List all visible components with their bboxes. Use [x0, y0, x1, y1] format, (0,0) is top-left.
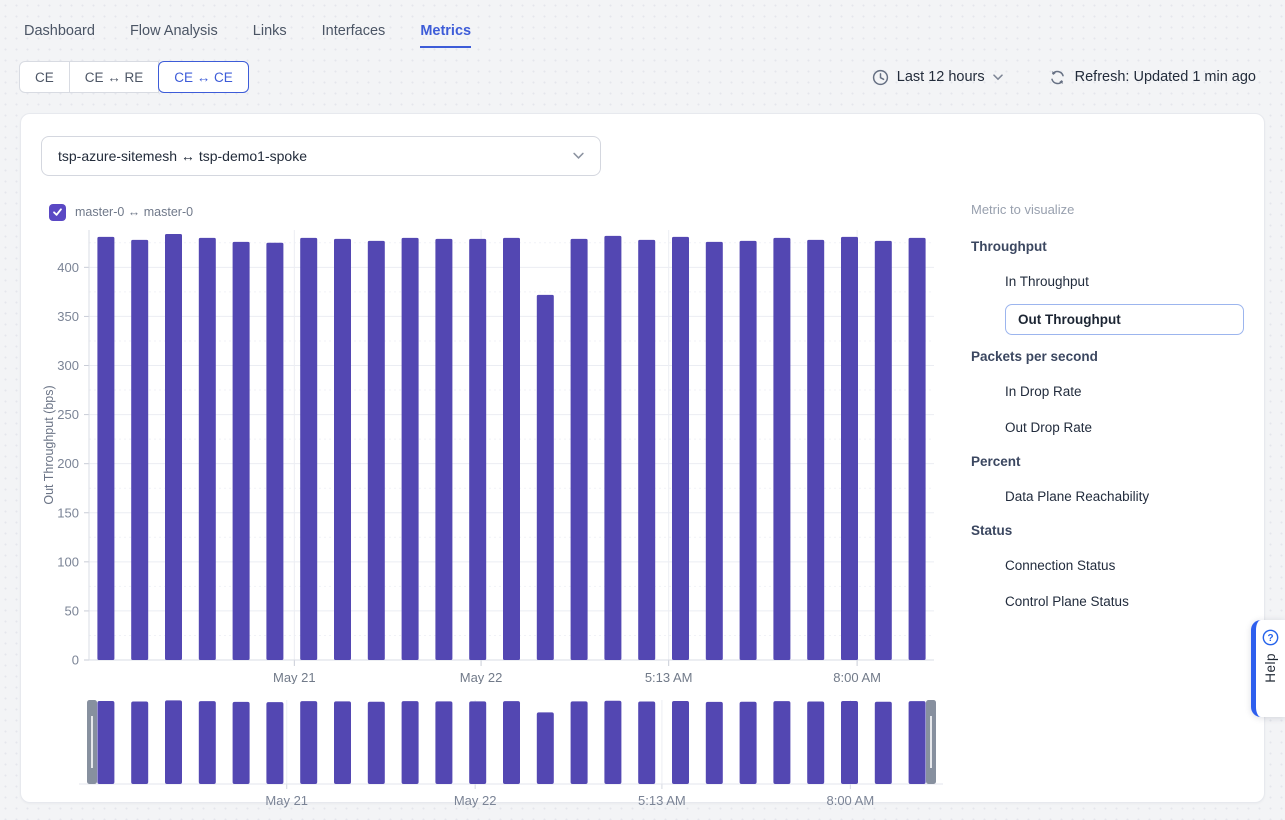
brush-handle-left[interactable] [87, 700, 97, 784]
metrics-panel: tsp-azure-sitemesh ↔ tsp-demo1-spoke mas… [20, 113, 1265, 803]
metric-group-header: Packets per second [971, 349, 1244, 364]
svg-text:150: 150 [57, 505, 79, 520]
chevron-down-icon [573, 152, 584, 160]
refresh-button[interactable]: Refresh: Updated 1 min ago [1049, 69, 1256, 86]
metric-group-header: Throughput [971, 239, 1244, 254]
link-pair-select[interactable]: tsp-azure-sitemesh ↔ tsp-demo1-spoke [41, 136, 601, 176]
time-range-label: Last 12 hours [897, 69, 985, 85]
metric-option-connection-status[interactable]: Connection Status [1005, 556, 1244, 575]
link-pair-value: tsp-azure-sitemesh ↔ tsp-demo1-spoke [58, 148, 307, 164]
metric-option-in-drop-rate[interactable]: In Drop Rate [1005, 382, 1244, 401]
svg-text:May 21: May 21 [273, 670, 316, 684]
svg-text:5:13 AM: 5:13 AM [645, 670, 693, 684]
nav-item-dashboard[interactable]: Dashboard [24, 23, 95, 48]
svg-text:8:00 AM: 8:00 AM [826, 793, 874, 808]
metric-option-in-throughput[interactable]: In Throughput [1005, 272, 1244, 291]
svg-text:200: 200 [57, 456, 79, 471]
chart-navigator[interactable]: May 21 May 22 5:13 AM 8:00 AM [41, 695, 943, 813]
help-button[interactable]: ? Help [1251, 620, 1285, 717]
metric-option-out-drop-rate[interactable]: Out Drop Rate [1005, 418, 1244, 437]
metric-option-data-plane-reachability[interactable]: Data Plane Reachability [1005, 487, 1244, 506]
svg-text:?: ? [1267, 633, 1273, 644]
svg-text:400: 400 [57, 260, 79, 275]
svg-text:300: 300 [57, 358, 79, 373]
help-label: Help [1263, 653, 1278, 683]
svg-text:May 22: May 22 [460, 670, 503, 684]
svg-text:May 22: May 22 [454, 793, 497, 808]
metric-option-out-throughput[interactable]: Out Throughput [1005, 304, 1244, 335]
clock-icon [872, 69, 889, 86]
chevron-down-icon [993, 74, 1003, 81]
series-label: master-0 ↔ master-0 [75, 205, 193, 219]
time-controls: Last 12 hours Refresh: Updated 1 min ago [872, 69, 1256, 86]
svg-text:0: 0 [72, 653, 79, 668]
sidebar-title: Metric to visualize [971, 202, 1244, 217]
nav-item-interfaces[interactable]: Interfaces [322, 23, 386, 48]
controls-row: CECE ↔ RECE ↔ CE Last 12 hours Refresh: … [19, 61, 1256, 93]
svg-text:May 21: May 21 [265, 793, 308, 808]
nav-item-metrics[interactable]: Metrics [420, 23, 471, 48]
svg-text:50: 50 [65, 603, 79, 618]
series-checkbox[interactable] [49, 204, 66, 221]
svg-text:350: 350 [57, 309, 79, 324]
throughput-bar-chart: 0 50 100 150 200 250 300 350 400 May 21 May 22 5:13… [41, 226, 943, 684]
metric-group-header: Status [971, 523, 1244, 538]
brush-handle-right[interactable] [926, 700, 936, 784]
nav-item-flow-analysis[interactable]: Flow Analysis [130, 23, 218, 48]
svg-text:250: 250 [57, 407, 79, 422]
nav-item-links[interactable]: Links [253, 23, 287, 48]
top-nav: Dashboard Flow Analysis Links Interfaces Met… [0, 0, 1285, 48]
chart-area: master-0 ↔ master-0 0 50 100 150 200 250 300 35… [41, 202, 943, 818]
question-circle-icon: ? [1262, 629, 1279, 646]
metric-group-header: Percent [971, 454, 1244, 469]
metric-option-control-plane-status[interactable]: Control Plane Status [1005, 592, 1244, 611]
check-icon [52, 207, 63, 217]
tab-ce-ce[interactable]: CE ↔ CE [158, 61, 249, 93]
tab-ce[interactable]: CE [19, 61, 70, 93]
svg-text:100: 100 [57, 554, 79, 569]
metric-group-packets-per-second: Packets per second In Drop Rate Out Drop R… [971, 349, 1244, 437]
svg-text:Out Throughput (bps): Out Throughput (bps) [42, 385, 56, 504]
metric-group-throughput: Throughput In Throughput Out Throughput [971, 239, 1244, 335]
refresh-label: Refresh: Updated 1 min ago [1075, 69, 1256, 85]
tab-ce-re[interactable]: CE ↔ RE [69, 61, 160, 93]
series-legend: master-0 ↔ master-0 [49, 202, 943, 222]
svg-text:5:13 AM: 5:13 AM [638, 793, 686, 808]
metric-group-percent: Percent Data Plane Reachability [971, 454, 1244, 506]
svg-text:8:00 AM: 8:00 AM [833, 670, 881, 684]
metric-sidebar: Metric to visualize Throughput In Through… [943, 202, 1244, 818]
refresh-icon [1049, 69, 1066, 86]
time-range-dropdown[interactable]: Last 12 hours [872, 69, 1003, 86]
scope-tabs: CECE ↔ RECE ↔ CE [19, 61, 249, 93]
metric-group-status: Status Connection Status Control Plane Sta… [971, 523, 1244, 611]
